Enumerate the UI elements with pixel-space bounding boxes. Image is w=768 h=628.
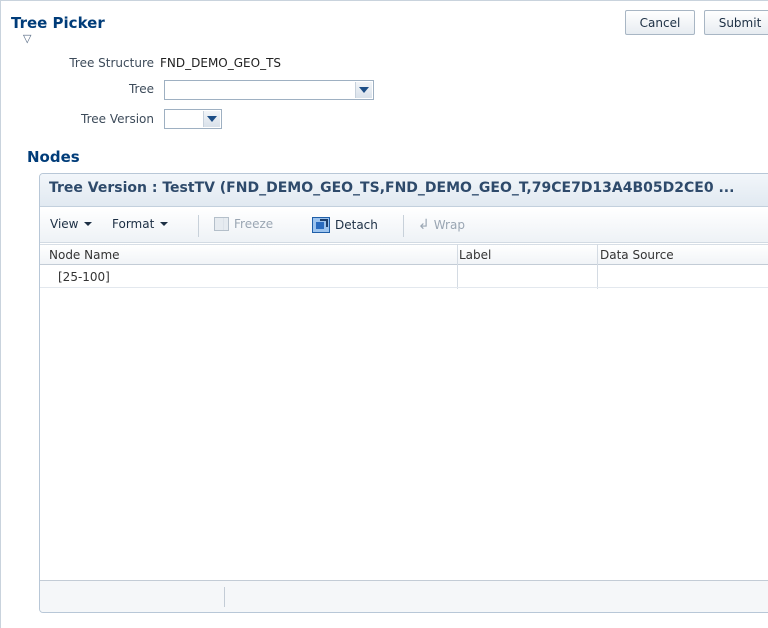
nodes-heading: Nodes	[27, 148, 80, 166]
nodes-panel: Tree Version : TestTV (FND_DEMO_GEO_TS,F…	[39, 173, 768, 613]
footer-divider	[224, 587, 225, 607]
freeze-label: Freeze	[234, 217, 274, 231]
chevron-down-icon[interactable]	[203, 111, 220, 127]
toolbar-divider	[198, 215, 199, 237]
detach-label: Detach	[335, 218, 378, 232]
format-menu[interactable]: Format	[112, 217, 169, 231]
freeze-button[interactable]: Freeze	[214, 217, 273, 231]
column-header-data-source[interactable]: Data Source	[600, 248, 674, 262]
chevron-down-icon[interactable]	[355, 82, 372, 98]
tree-label: Tree	[128, 82, 154, 96]
cancel-button[interactable]: Cancel	[625, 10, 695, 35]
page-title: Tree Picker	[11, 14, 105, 32]
wrap-label: Wrap	[433, 218, 465, 232]
tree-structure-value: FND_DEMO_GEO_TS	[160, 56, 282, 70]
panel-header: Tree Version : TestTV (FND_DEMO_GEO_TS,F…	[40, 174, 768, 207]
view-menu-label: View	[50, 217, 79, 231]
tree-select[interactable]	[164, 80, 374, 100]
wrap-button[interactable]: ↲ Wrap	[418, 217, 465, 233]
table-footer	[40, 580, 768, 612]
submit-button[interactable]: Submit	[704, 10, 768, 35]
wrap-icon: ↲	[418, 217, 430, 233]
table-header: Node Name Label Data Source	[40, 244, 768, 265]
column-header-node-name[interactable]: Node Name	[49, 248, 120, 262]
view-menu[interactable]: View	[50, 217, 93, 231]
tree-version-label: Tree Version	[81, 112, 154, 126]
detach-icon	[312, 217, 330, 233]
tree-picker-dialog: Tree Picker ▽ Cancel Submit Tree Structu…	[0, 0, 768, 628]
freeze-columns-icon	[214, 217, 229, 231]
toolbar-divider	[403, 215, 404, 237]
table-toolbar: View Format Freeze Detach ↲ Wrap	[40, 208, 768, 243]
detach-button[interactable]: Detach	[312, 217, 378, 233]
cell-node-name: [25-100]	[58, 270, 110, 284]
format-menu-label: Format	[112, 217, 155, 231]
caret-down-icon	[160, 222, 169, 226]
panel-title: Tree Version : TestTV (FND_DEMO_GEO_TS,F…	[49, 180, 735, 196]
disclosure-triangle-icon[interactable]: ▽	[23, 33, 31, 44]
tree-structure-label: Tree Structure	[69, 56, 154, 70]
caret-down-icon	[84, 222, 93, 226]
table-row[interactable]: [25-100]	[40, 266, 768, 288]
tree-version-select[interactable]	[164, 109, 222, 129]
column-header-label[interactable]: Label	[459, 248, 491, 262]
